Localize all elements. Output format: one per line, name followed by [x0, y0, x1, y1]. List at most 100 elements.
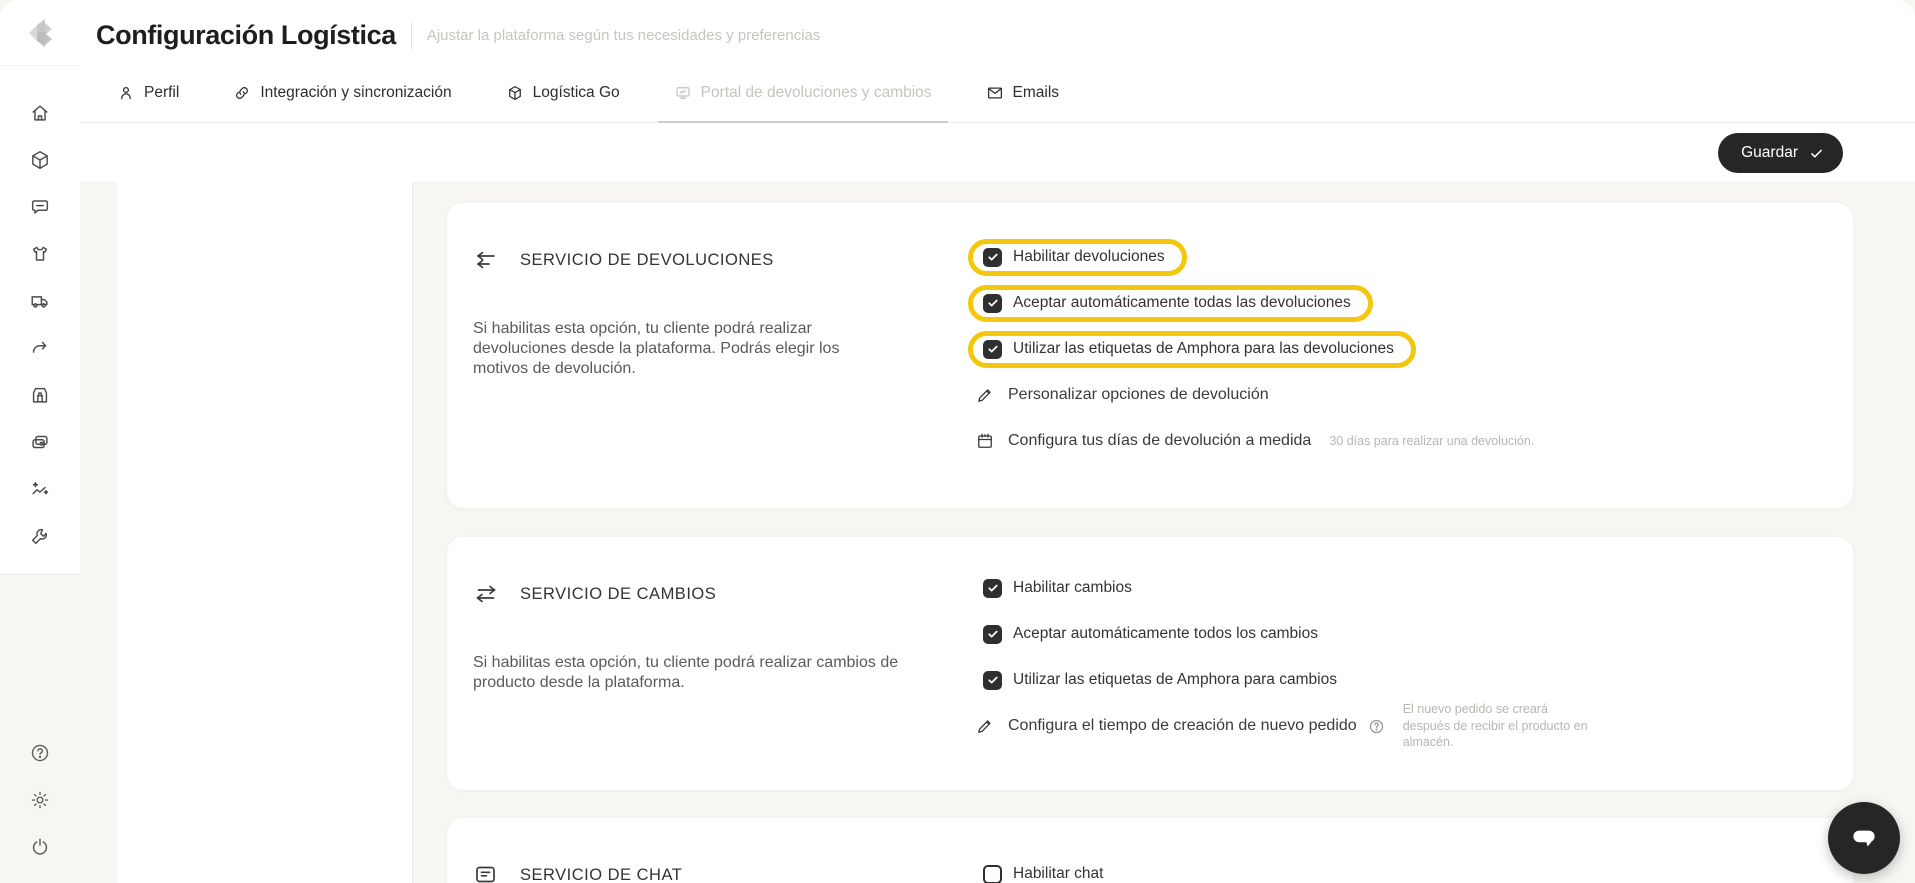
chat-lines-icon [473, 863, 499, 883]
options-list: Habilitar chat [983, 851, 1103, 883]
save-button-label: Guardar [1741, 144, 1798, 162]
analytics-icon[interactable] [29, 478, 51, 500]
tab-label: Portal de devoluciones y cambios [701, 84, 932, 102]
tab-integracion[interactable]: Integración y sincronización [233, 64, 451, 122]
tab-portal-devoluciones[interactable]: Portal de devoluciones y cambios [674, 64, 932, 122]
cards-icon[interactable] [29, 431, 51, 453]
option-row: Configura el tiempo de creación de nuevo… [975, 703, 1593, 749]
section-description: Si habilitas esta opción, tu cliente pod… [473, 319, 871, 379]
section-chat: SERVICIO DE CHAT Habilitar chat [447, 818, 1853, 883]
option-row: Utilizar las etiquetas de Amphora para c… [983, 657, 1593, 703]
checkbox-checked[interactable] [983, 248, 1002, 267]
option-row: Habilitar chat [983, 851, 1103, 883]
page-title: Configuración Logística [96, 20, 396, 51]
option-row: Configura tus días de devolución a medid… [975, 418, 1534, 464]
check-icon [987, 582, 999, 594]
option-habilitar-chat[interactable]: Habilitar chat [983, 865, 1103, 883]
configurar-dias-link[interactable]: Configura tus días de devolución a medid… [1008, 432, 1311, 450]
tab-bar: Perfil Integración y sincronización Logí… [117, 64, 1059, 122]
envelope-icon [986, 84, 1004, 102]
left-subpanel [117, 182, 413, 883]
chat-fab-button[interactable] [1828, 802, 1900, 874]
tshirt-icon[interactable] [29, 243, 51, 265]
section-description: Si habilitas esta opción, tu cliente pod… [473, 653, 935, 693]
checkbox-unchecked[interactable] [983, 865, 1002, 883]
sidebar-bottom [0, 742, 80, 858]
option-etiquetas-devoluciones[interactable]: Utilizar las etiquetas de Amphora para l… [968, 331, 1416, 368]
package-icon[interactable] [29, 149, 51, 171]
option-row: Habilitar devoluciones [983, 234, 1534, 280]
checkbox-checked[interactable] [983, 625, 1002, 644]
chat-icon[interactable] [29, 196, 51, 218]
option-habilitar-devoluciones[interactable]: Habilitar devoluciones [968, 239, 1187, 276]
section-devoluciones-header: SERVICIO DE DEVOLUCIONES [473, 248, 774, 272]
option-label: Habilitar devoluciones [1013, 248, 1165, 266]
option-row: Utilizar las etiquetas de Amphora para l… [983, 326, 1534, 372]
section-chat-header: SERVICIO DE CHAT [473, 863, 682, 883]
store-icon[interactable] [29, 384, 51, 406]
home-icon[interactable] [29, 102, 51, 124]
option-label: Utilizar las etiquetas de Amphora para c… [1013, 671, 1337, 689]
tab-label: Integración y sincronización [260, 84, 451, 102]
page-subtitle: Ajustar la plataforma según tus necesida… [427, 27, 821, 44]
header: Configuración Logística Ajustar la plata… [80, 0, 1915, 123]
personalizar-opciones-link[interactable]: Personalizar opciones de devolución [1008, 386, 1269, 404]
tab-logistica-go[interactable]: Logística Go [506, 64, 620, 122]
exchange-arrows-icon [473, 582, 499, 606]
person-icon [117, 84, 135, 102]
option-row: Habilitar cambios [983, 565, 1593, 611]
redo-arrow-icon[interactable] [29, 337, 51, 359]
tab-label: Emails [1013, 84, 1060, 102]
sidebar-nav [0, 66, 80, 547]
tab-emails[interactable]: Emails [986, 64, 1060, 122]
section-cambios: SERVICIO DE CAMBIOS Si habilitas esta op… [447, 537, 1853, 790]
pencil-icon [975, 385, 995, 405]
header-title-row: Configuración Logística Ajustar la plata… [80, 0, 1915, 51]
main-content: SERVICIO DE DEVOLUCIONES Si habilitas es… [80, 182, 1915, 883]
option-habilitar-cambios[interactable]: Habilitar cambios [983, 579, 1132, 598]
settings-icon[interactable] [29, 789, 51, 811]
logo[interactable] [0, 0, 80, 66]
checkbox-checked[interactable] [983, 671, 1002, 690]
check-icon [987, 674, 999, 686]
options-list: Habilitar cambios Aceptar automáticament… [983, 565, 1593, 749]
tab-perfil[interactable]: Perfil [117, 64, 179, 122]
checkbox-checked[interactable] [983, 579, 1002, 598]
help-icon[interactable] [29, 742, 51, 764]
section-title: SERVICIO DE DEVOLUCIONES [520, 251, 774, 270]
check-icon [1809, 146, 1824, 161]
wrench-icon[interactable] [29, 525, 51, 547]
check-icon [987, 251, 999, 263]
app-root: Configuración Logística Ajustar la plata… [0, 0, 1915, 883]
pencil-icon [975, 716, 995, 736]
option-label: Utilizar las etiquetas de Amphora para l… [1013, 340, 1394, 358]
option-row: Aceptar automáticamente todos los cambio… [983, 611, 1593, 657]
checkbox-checked[interactable] [983, 340, 1002, 359]
toolbar: Guardar [80, 123, 1915, 183]
power-icon[interactable] [29, 836, 51, 858]
checkbox-checked[interactable] [983, 294, 1002, 313]
calendar-icon [975, 431, 995, 451]
option-aceptar-cambios[interactable]: Aceptar automáticamente todos los cambio… [983, 625, 1318, 644]
question-circle-icon[interactable] [1368, 718, 1385, 735]
option-aceptar-devoluciones[interactable]: Aceptar automáticamente todas las devolu… [968, 285, 1373, 322]
tiempo-note: El nuevo pedido se creará después de rec… [1403, 701, 1593, 752]
speech-bubble-icon [1847, 821, 1881, 855]
configurar-tiempo-link[interactable]: Configura el tiempo de creación de nuevo… [1008, 717, 1357, 735]
section-title: SERVICIO DE CHAT [520, 866, 682, 883]
option-label: Habilitar cambios [1013, 579, 1132, 597]
option-label: Aceptar automáticamente todos los cambio… [1013, 625, 1318, 643]
return-arrows-icon [473, 248, 499, 272]
monitor-chart-icon [674, 84, 692, 102]
tab-label: Logística Go [533, 84, 620, 102]
cube-icon [506, 84, 524, 102]
option-etiquetas-cambios[interactable]: Utilizar las etiquetas de Amphora para c… [983, 671, 1337, 690]
options-list: Habilitar devoluciones Aceptar automátic… [983, 234, 1534, 464]
section-title: SERVICIO DE CAMBIOS [520, 585, 716, 604]
save-button[interactable]: Guardar [1718, 133, 1843, 173]
amphora-logo-icon [21, 14, 59, 52]
check-icon [987, 297, 999, 309]
link-icon [233, 84, 251, 102]
dias-note: 30 días para realizar una devolución. [1329, 433, 1534, 450]
truck-icon[interactable] [29, 290, 51, 312]
